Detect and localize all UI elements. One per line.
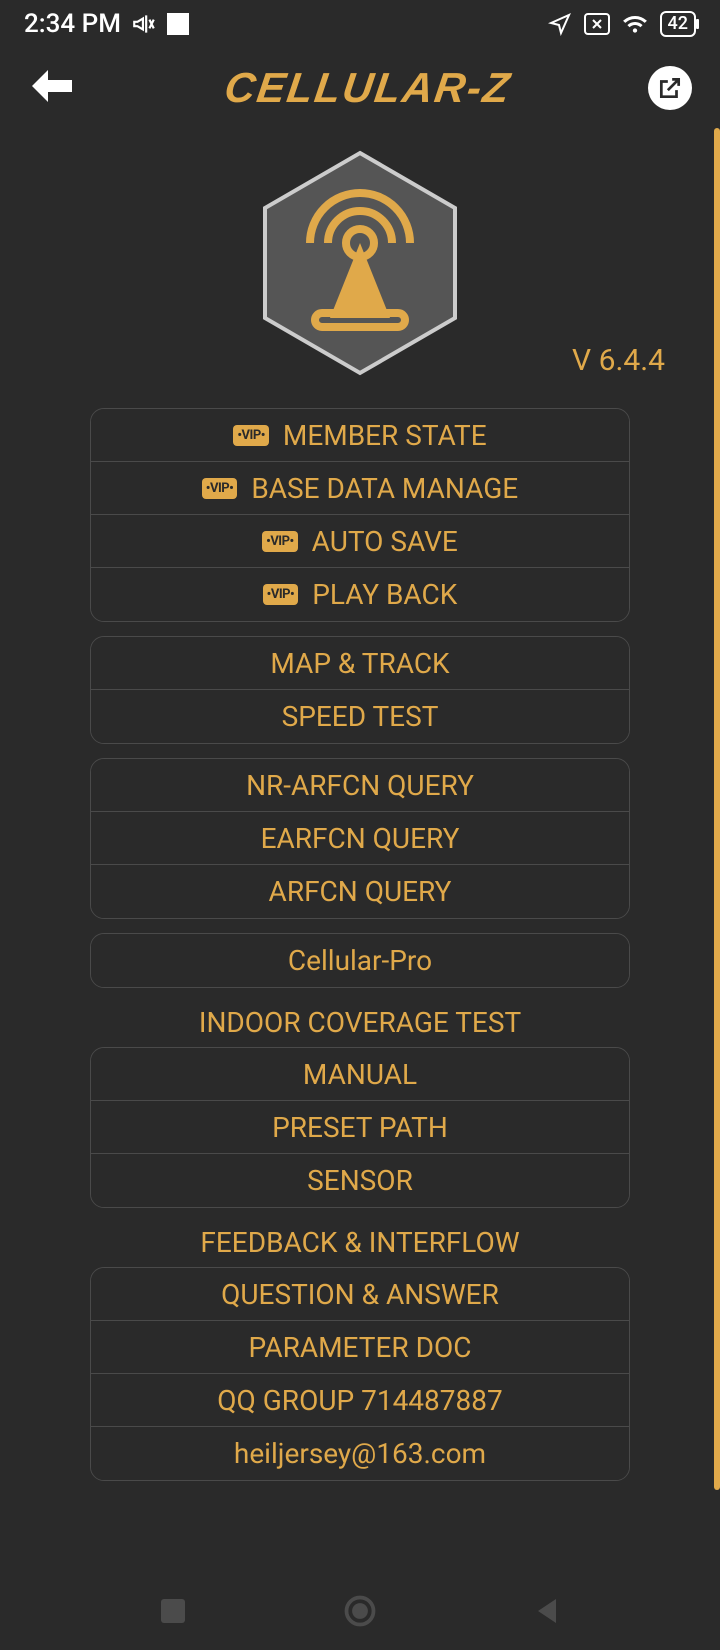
app-header: Cellular-Z xyxy=(0,48,720,128)
feedback-section-title: FEEDBACK & INTERFLOW xyxy=(90,1226,630,1259)
vip-badge: •VIP• xyxy=(202,478,238,499)
item-label: MAP & TRACK xyxy=(270,647,449,680)
arfcn-query-item[interactable]: ARFCN QUERY xyxy=(91,865,629,918)
mute-icon xyxy=(131,11,157,37)
preset-path-item[interactable]: PRESET PATH xyxy=(91,1101,629,1154)
indoor-section-title: INDOOR COVERAGE TEST xyxy=(90,1006,630,1039)
no-sim-icon xyxy=(584,13,610,35)
item-label: PLAY BACK xyxy=(312,578,457,611)
parameter-doc-item[interactable]: PARAMETER DOC xyxy=(91,1321,629,1374)
item-label: SENSOR xyxy=(307,1164,413,1197)
vip-badge: •VIP• xyxy=(263,584,299,605)
nr-arfcn-query-item[interactable]: NR-ARFCN QUERY xyxy=(91,759,629,812)
qa-item[interactable]: QUESTION & ANSWER xyxy=(91,1268,629,1321)
item-label: MEMBER STATE xyxy=(283,419,487,452)
pro-group: Cellular-Pro xyxy=(90,933,630,988)
location-icon xyxy=(548,12,572,36)
item-label: MANUAL xyxy=(303,1058,417,1091)
member-group: •VIP• MEMBER STATE •VIP• BASE DATA MANAG… xyxy=(90,408,630,622)
nav-back-button[interactable] xyxy=(529,1593,565,1629)
vip-badge: •VIP• xyxy=(233,425,269,446)
item-label: PRESET PATH xyxy=(272,1111,448,1144)
app-logo-icon xyxy=(260,148,460,378)
item-label: NR-ARFCN QUERY xyxy=(246,769,474,802)
base-data-manage-item[interactable]: •VIP• BASE DATA MANAGE xyxy=(91,462,629,515)
app-title: Cellular-Z xyxy=(85,64,652,112)
item-label: ARFCN QUERY xyxy=(269,875,452,908)
scroll-indicator xyxy=(714,128,720,1490)
earfcn-query-item[interactable]: EARFCN QUERY xyxy=(91,812,629,865)
auto-save-item[interactable]: •VIP• AUTO SAVE xyxy=(91,515,629,568)
manual-item[interactable]: MANUAL xyxy=(91,1048,629,1101)
hero-section: V 6.4.4 xyxy=(90,128,630,398)
speed-test-item[interactable]: SPEED TEST xyxy=(91,690,629,743)
item-label: AUTO SAVE xyxy=(312,525,458,558)
email-item[interactable]: heiljersey@163.com xyxy=(91,1427,629,1480)
query-group: NR-ARFCN QUERY EARFCN QUERY ARFCN QUERY xyxy=(90,758,630,919)
status-bar: 2:34 PM 42 xyxy=(0,0,720,48)
battery-level: 42 xyxy=(668,13,688,34)
battery-icon: 42 xyxy=(660,11,696,37)
status-time: 2:34 PM xyxy=(24,9,121,39)
item-label: QQ GROUP 714487887 xyxy=(217,1384,502,1417)
back-button[interactable] xyxy=(28,66,88,110)
item-label: BASE DATA MANAGE xyxy=(251,472,518,505)
nav-recent-button[interactable] xyxy=(155,1593,191,1629)
nav-home-button[interactable] xyxy=(342,1593,378,1629)
wifi-icon xyxy=(622,13,648,35)
feedback-group: QUESTION & ANSWER PARAMETER DOC QQ GROUP… xyxy=(90,1267,630,1481)
navigation-bar xyxy=(0,1572,720,1650)
item-label: PARAMETER DOC xyxy=(249,1331,472,1364)
content-area: V 6.4.4 •VIP• MEMBER STATE •VIP• BASE DA… xyxy=(0,128,720,1481)
vip-badge: •VIP• xyxy=(262,531,298,552)
map-track-item[interactable]: MAP & TRACK xyxy=(91,637,629,690)
item-label: heiljersey@163.com xyxy=(234,1437,486,1470)
version-label: V 6.4.4 xyxy=(572,343,665,378)
share-button[interactable] xyxy=(648,66,692,110)
sensor-item[interactable]: SENSOR xyxy=(91,1154,629,1207)
item-label: SPEED TEST xyxy=(282,700,439,733)
play-back-item[interactable]: •VIP• PLAY BACK xyxy=(91,568,629,621)
tools-group: MAP & TRACK SPEED TEST xyxy=(90,636,630,744)
qq-group-item[interactable]: QQ GROUP 714487887 xyxy=(91,1374,629,1427)
item-label: Cellular-Pro xyxy=(288,944,432,977)
item-label: EARFCN QUERY xyxy=(261,822,460,855)
cellular-pro-item[interactable]: Cellular-Pro xyxy=(91,934,629,987)
item-label: QUESTION & ANSWER xyxy=(221,1278,499,1311)
member-state-item[interactable]: •VIP• MEMBER STATE xyxy=(91,409,629,462)
status-placeholder-icon xyxy=(167,13,189,35)
indoor-group: MANUAL PRESET PATH SENSOR xyxy=(90,1047,630,1208)
